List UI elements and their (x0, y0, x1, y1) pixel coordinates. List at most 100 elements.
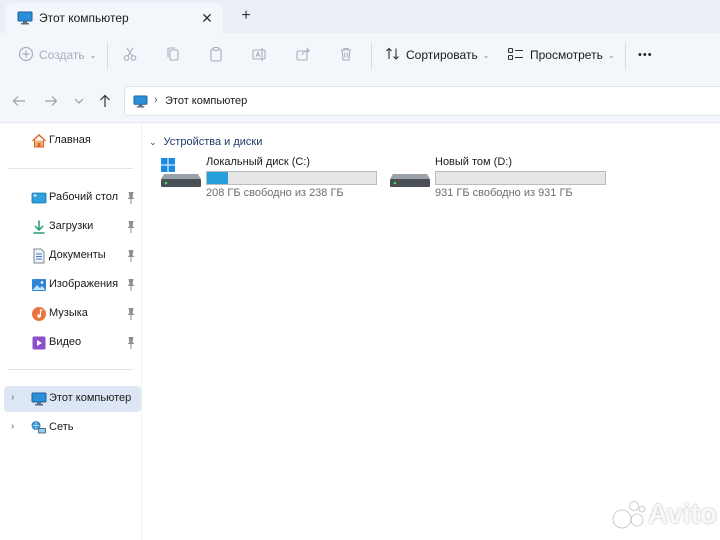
tab-title: Этот компьютер (39, 11, 129, 25)
home-icon (31, 133, 47, 149)
toolbar-separator (107, 43, 108, 69)
close-tab-button[interactable]: ✕ (198, 9, 216, 27)
back-button[interactable] (10, 92, 28, 110)
download-icon (31, 219, 47, 235)
drive-usage-bar (435, 171, 606, 185)
forward-button[interactable] (42, 92, 60, 110)
recent-locations-button[interactable] (70, 92, 88, 110)
sidebar-item-label: Главная (49, 134, 91, 146)
avito-watermark: Avito (612, 498, 717, 530)
delete-button[interactable] (338, 45, 354, 65)
sidebar-item-label: Сеть (49, 421, 74, 433)
more-options-button[interactable]: ••• (638, 45, 653, 65)
pin-icon[interactable] (126, 220, 136, 234)
drive-usage-fill (207, 172, 229, 184)
create-button[interactable]: Создать ⌄ (18, 45, 96, 65)
chevron-right-icon[interactable]: › (11, 421, 14, 432)
drive-free-space: 931 ГБ свободно из 931 ГБ (435, 187, 573, 199)
document-icon (31, 248, 47, 264)
pin-icon[interactable] (126, 278, 136, 292)
navigation-pane: Главная Рабочий стол Загрузки Документы … (0, 124, 142, 540)
rename-icon (251, 46, 267, 65)
chevron-down-icon (74, 98, 84, 104)
view-label: Просмотреть (530, 48, 603, 62)
video-icon (31, 335, 47, 351)
scissors-icon (122, 46, 138, 65)
sidebar-item-videos[interactable]: Видео (0, 330, 142, 356)
monitor-icon (17, 11, 33, 28)
content-pane: ⌄ Устройства и диски Локальный диск (C:)… (143, 124, 720, 540)
paste-button[interactable] (208, 45, 224, 65)
arrow-up-icon (100, 94, 110, 107)
sidebar-item-pictures[interactable]: Изображения (0, 272, 142, 298)
chevron-right-icon[interactable]: › (11, 392, 14, 403)
copy-icon (165, 46, 181, 65)
cut-button[interactable] (122, 45, 138, 65)
toolbar-separator (625, 43, 626, 69)
tab-bar: Этот компьютер ✕ + (0, 0, 720, 33)
sidebar-item-label: Этот компьютер (49, 392, 132, 404)
sidebar-item-label: Рабочий стол (49, 191, 119, 203)
sidebar-item-home[interactable]: Главная (0, 128, 142, 154)
chevron-down-icon: ⌄ (149, 136, 157, 147)
drive-item-d[interactable]: Новый том (D:) 931 ГБ свободно из 931 ГБ (390, 154, 620, 202)
sort-button[interactable]: Сортировать ⌄ (385, 45, 489, 65)
drive-free-space: 208 ГБ свободно из 238 ГБ (206, 187, 344, 199)
sidebar-item-label: Видео (49, 336, 82, 348)
sort-icon (385, 46, 401, 65)
arrow-left-icon (12, 96, 25, 106)
picture-icon (31, 277, 47, 293)
drive-item-c[interactable]: Локальный диск (C:) 208 ГБ свободно из 2… (161, 154, 391, 202)
hard-drive-icon (390, 158, 430, 193)
breadcrumb-this-pc[interactable]: Этот компьютер (165, 95, 247, 107)
tab-this-pc[interactable]: Этот компьютер ✕ (5, 3, 223, 33)
share-button[interactable] (295, 45, 311, 65)
sidebar-item-label: Изображения (49, 278, 119, 290)
sort-label: Сортировать (406, 48, 478, 62)
sidebar-item-label: Документы (49, 249, 106, 261)
sidebar-item-documents[interactable]: Документы (0, 243, 142, 269)
watermark-text: Avito (648, 498, 717, 529)
trash-icon (338, 46, 354, 65)
monitor-icon (133, 95, 148, 111)
monitor-icon (31, 391, 47, 407)
sidebar-item-label: Музыка (49, 307, 88, 319)
pin-icon[interactable] (126, 191, 136, 205)
pin-icon[interactable] (126, 249, 136, 263)
chevron-right-icon: › (154, 94, 158, 106)
pin-icon[interactable] (126, 336, 136, 350)
copy-button[interactable] (165, 45, 181, 65)
sidebar-item-label: Загрузки (49, 220, 94, 232)
create-label: Создать (39, 48, 85, 62)
share-icon (295, 46, 311, 65)
address-row: › Этот компьютер (0, 77, 720, 123)
sidebar-item-this-pc[interactable]: › Этот компьютер (4, 386, 141, 412)
toolbar-separator (371, 43, 372, 69)
group-header-devices[interactable]: ⌄ Устройства и диски (149, 136, 262, 148)
chevron-down-icon: ⌄ (607, 50, 615, 60)
chevron-down-icon: ⌄ (482, 50, 490, 60)
sidebar-divider (8, 369, 133, 370)
command-bar: Создать ⌄ Сортировать ⌄ Просмотреть ⌄ ••… (0, 33, 720, 77)
music-icon (31, 306, 47, 322)
new-tab-button[interactable]: + (236, 6, 256, 26)
pin-icon[interactable] (126, 307, 136, 321)
view-button[interactable]: Просмотреть ⌄ (507, 45, 615, 65)
plus-circle-icon (18, 46, 34, 65)
drive-name: Новый том (D:) (435, 156, 512, 168)
up-button[interactable] (96, 92, 114, 110)
sidebar-item-music[interactable]: Музыка (0, 301, 142, 327)
system-drive-icon (161, 158, 201, 193)
sidebar-item-desktop[interactable]: Рабочий стол (0, 185, 142, 211)
sidebar-item-downloads[interactable]: Загрузки (0, 214, 142, 240)
view-list-icon (507, 46, 525, 65)
desktop-icon (31, 190, 47, 206)
sidebar-divider (8, 168, 133, 169)
drive-name: Локальный диск (C:) (206, 156, 311, 168)
chevron-down-icon: ⌄ (89, 50, 97, 60)
address-bar[interactable]: › Этот компьютер (124, 86, 720, 116)
avito-logo-icon (612, 499, 646, 529)
rename-button[interactable] (251, 45, 267, 65)
drive-usage-bar (206, 171, 377, 185)
sidebar-item-network[interactable]: › Сеть (0, 415, 142, 441)
